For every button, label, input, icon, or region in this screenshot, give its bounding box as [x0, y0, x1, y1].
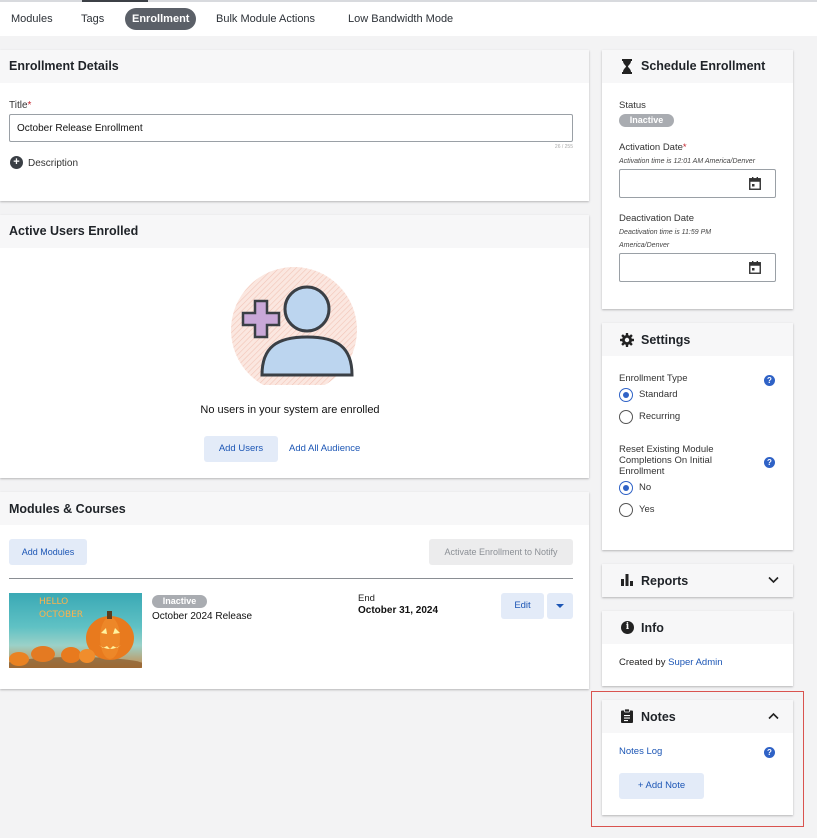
reset-label-line-2: Completions On Initial [619, 455, 712, 466]
reset-label-line-3: Enrollment [619, 466, 665, 477]
notes-panel: Notes Notes Log ? + Add Note [602, 700, 793, 815]
bar-chart-icon [621, 574, 633, 586]
deactivation-date-input[interactable] [619, 253, 776, 282]
radio-reset-no[interactable] [619, 481, 633, 495]
modules-courses-heading: Modules & Courses [0, 492, 589, 525]
reports-heading: Reports [641, 574, 689, 588]
chevron-down-icon[interactable] [768, 576, 779, 584]
clipboard-icon [621, 709, 633, 723]
active-users-heading: Active Users Enrolled [0, 215, 589, 248]
module-options-dropdown[interactable] [547, 593, 573, 619]
reset-completions-label: Reset Existing Module Completions On Init… [619, 444, 714, 477]
notes-header[interactable]: Notes [602, 700, 793, 733]
add-description-icon[interactable]: + [10, 156, 23, 169]
tab-modules[interactable]: Modules [9, 8, 55, 30]
activate-enrollment-notify-button[interactable]: Activate Enrollment to Notify [429, 539, 573, 565]
enrollment-details-heading: Enrollment Details [0, 50, 589, 83]
caret-down-icon [556, 604, 564, 608]
enrollment-type-label: Enrollment Type [619, 373, 688, 384]
tab-bulk-module-actions[interactable]: Bulk Module Actions [214, 8, 317, 30]
deactivation-hint-line-2: America/Denver [619, 242, 670, 249]
reports-header[interactable]: Reports [602, 564, 793, 597]
deactivation-date-label: Deactivation Date [619, 213, 694, 224]
status-label: Status [619, 100, 646, 111]
schedule-enrollment-header: Schedule Enrollment [602, 50, 793, 83]
info-icon: i [621, 621, 634, 634]
add-users-button[interactable]: Add Users [204, 436, 278, 462]
reset-label-line-1: Reset Existing Module [619, 444, 714, 455]
chevron-up-icon[interactable] [768, 712, 779, 720]
module-end-label: End [358, 593, 375, 604]
radio-reset-yes-label[interactable]: Yes [639, 504, 655, 515]
module-name: October 2024 Release [152, 611, 253, 622]
enrollment-details-panel: Enrollment Details Title* October Releas… [0, 50, 589, 201]
add-note-button[interactable]: + Add Note [619, 773, 704, 799]
activation-required-mark: * [682, 142, 687, 153]
modules-divider [9, 578, 573, 579]
info-header: i Info [602, 611, 793, 644]
gear-icon [620, 333, 634, 347]
reset-completions-help-icon[interactable]: ? [764, 457, 775, 468]
created-by-user-link[interactable]: Super Admin [668, 657, 722, 668]
radio-recurring[interactable] [619, 410, 633, 424]
radio-reset-no-label[interactable]: No [639, 482, 651, 493]
schedule-enrollment-heading: Schedule Enrollment [641, 59, 766, 73]
schedule-status-badge: Inactive [619, 114, 674, 127]
created-by-label: Created by [619, 657, 666, 668]
pumpkins-image-icon [9, 611, 142, 668]
radio-standard-label[interactable]: Standard [639, 389, 678, 400]
description-toggle[interactable]: Description [28, 158, 78, 169]
notes-log-help-icon[interactable]: ? [764, 747, 775, 758]
title-input[interactable]: October Release Enrollment [9, 114, 573, 142]
info-panel: i Info Created by Super Admin [602, 611, 793, 686]
calendar-icon[interactable] [749, 177, 761, 190]
tab-tags[interactable]: Tags [79, 8, 106, 30]
add-modules-button[interactable]: Add Modules [9, 539, 87, 565]
active-users-panel: Active Users Enrolled No users in your s… [0, 215, 589, 478]
enrollment-type-help-icon[interactable]: ? [764, 375, 775, 386]
tab-enrollment[interactable]: Enrollment [125, 8, 197, 30]
settings-header: Settings [602, 323, 793, 356]
notes-log-link[interactable]: Notes Log [619, 746, 662, 757]
radio-reset-yes[interactable] [619, 503, 633, 517]
hourglass-icon [622, 59, 632, 74]
module-end-date: October 31, 2024 [358, 605, 439, 616]
created-by: Created by Super Admin [619, 657, 723, 668]
tab-low-bandwidth-mode[interactable]: Low Bandwidth Mode [346, 8, 455, 30]
activation-date-input[interactable] [619, 169, 776, 198]
activation-date-label: Activation Date* [619, 142, 687, 153]
modules-courses-panel: Modules & Courses Add Modules Activate E… [0, 492, 589, 689]
schedule-enrollment-panel: Schedule Enrollment Status Inactive Acti… [602, 50, 793, 309]
module-nav-bar: Modules Tags Enrollment Bulk Module Acti… [0, 2, 817, 36]
settings-panel: Settings Enrollment Type ? Standard Recu… [602, 323, 793, 550]
add-user-illustration-icon [231, 267, 357, 385]
activation-date-label-text: Activation Date [619, 142, 683, 153]
add-all-audience-link[interactable]: Add All Audience [289, 443, 360, 454]
notes-heading: Notes [641, 710, 676, 724]
settings-heading: Settings [641, 333, 691, 347]
title-char-count: 26 / 255 [554, 144, 573, 150]
title-label-text: Title [9, 100, 28, 111]
reports-panel[interactable]: Reports [602, 564, 793, 597]
radio-recurring-label[interactable]: Recurring [639, 411, 680, 422]
calendar-icon[interactable] [749, 261, 761, 274]
title-label: Title* [9, 100, 31, 111]
info-heading: Info [641, 621, 664, 635]
no-users-message: No users in your system are enrolled [200, 404, 380, 416]
deactivation-hint: Deactivation time is 11:59 PM America/Den… [619, 226, 711, 252]
module-edit-button[interactable]: Edit [501, 593, 544, 619]
required-mark: * [27, 100, 32, 111]
module-status-badge: Inactive [152, 595, 207, 608]
deactivation-hint-line-1: Deactivation time is 11:59 PM [619, 229, 712, 236]
radio-standard[interactable] [619, 388, 633, 402]
activation-hint: Activation time is 12:01 AM America/Denv… [619, 158, 756, 165]
module-thumbnail: HELLO OCTOBER [9, 593, 142, 668]
